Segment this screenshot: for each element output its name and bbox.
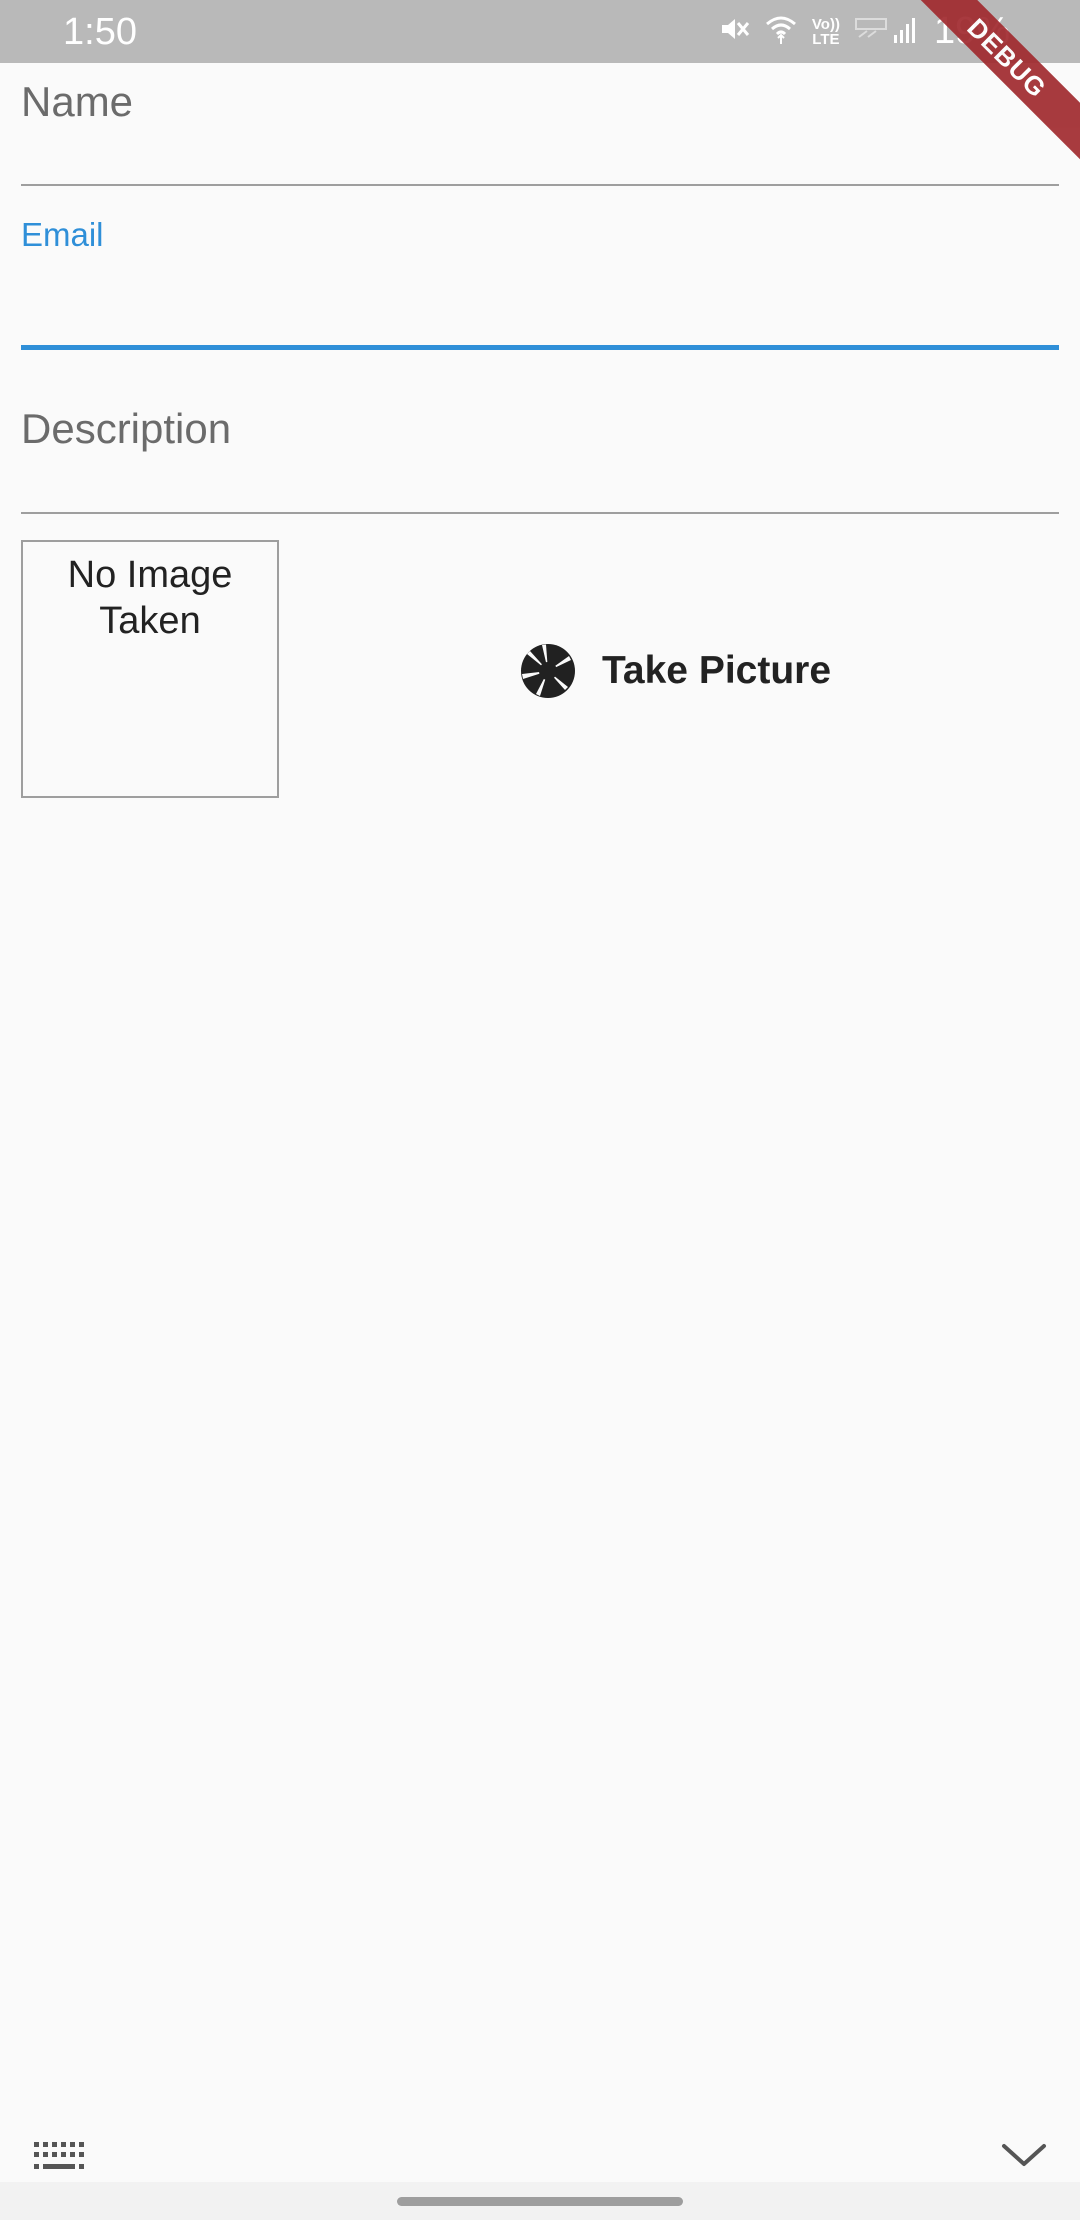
wifi-icon (764, 12, 798, 51)
image-preview-box: No Image Taken (21, 540, 279, 798)
home-indicator[interactable] (397, 2197, 683, 2206)
description-field-label: Description (21, 405, 232, 452)
email-field[interactable]: Email (21, 188, 1059, 353)
name-field-label: Name (21, 78, 134, 125)
status-icons: Vo)) LTE 19% (718, 0, 1080, 63)
name-underline (21, 184, 1059, 186)
name-input[interactable] (21, 127, 1059, 177)
status-time: 1:50 (63, 11, 137, 53)
navigation-bar (0, 2182, 1080, 2220)
take-picture-label: Take Picture (602, 649, 832, 692)
description-underline (21, 512, 1059, 514)
camera-shutter-icon (521, 644, 575, 698)
chevron-down-icon[interactable] (1000, 2138, 1048, 2172)
mute-icon (718, 13, 750, 50)
status-bar: 1:50 Vo)) LTE 19% (0, 0, 1080, 63)
keyboard-icon[interactable] (32, 2140, 86, 2172)
email-underline (21, 345, 1059, 350)
email-field-label: Email (21, 216, 104, 253)
volte-icon: Vo)) LTE (812, 17, 840, 47)
take-picture-button[interactable]: Take Picture (520, 633, 831, 709)
image-preview-text: No Image Taken (67, 554, 233, 642)
volte-top-text: Vo)) (811, 15, 840, 33)
email-input[interactable] (21, 276, 1059, 326)
battery-percent: 19% (933, 10, 1010, 52)
signal-icon (854, 13, 920, 50)
description-field[interactable]: Description (21, 353, 1059, 518)
volte-bottom-text: LTE (812, 30, 840, 48)
name-field[interactable]: Name (21, 63, 1059, 188)
description-input[interactable] (21, 453, 1059, 503)
